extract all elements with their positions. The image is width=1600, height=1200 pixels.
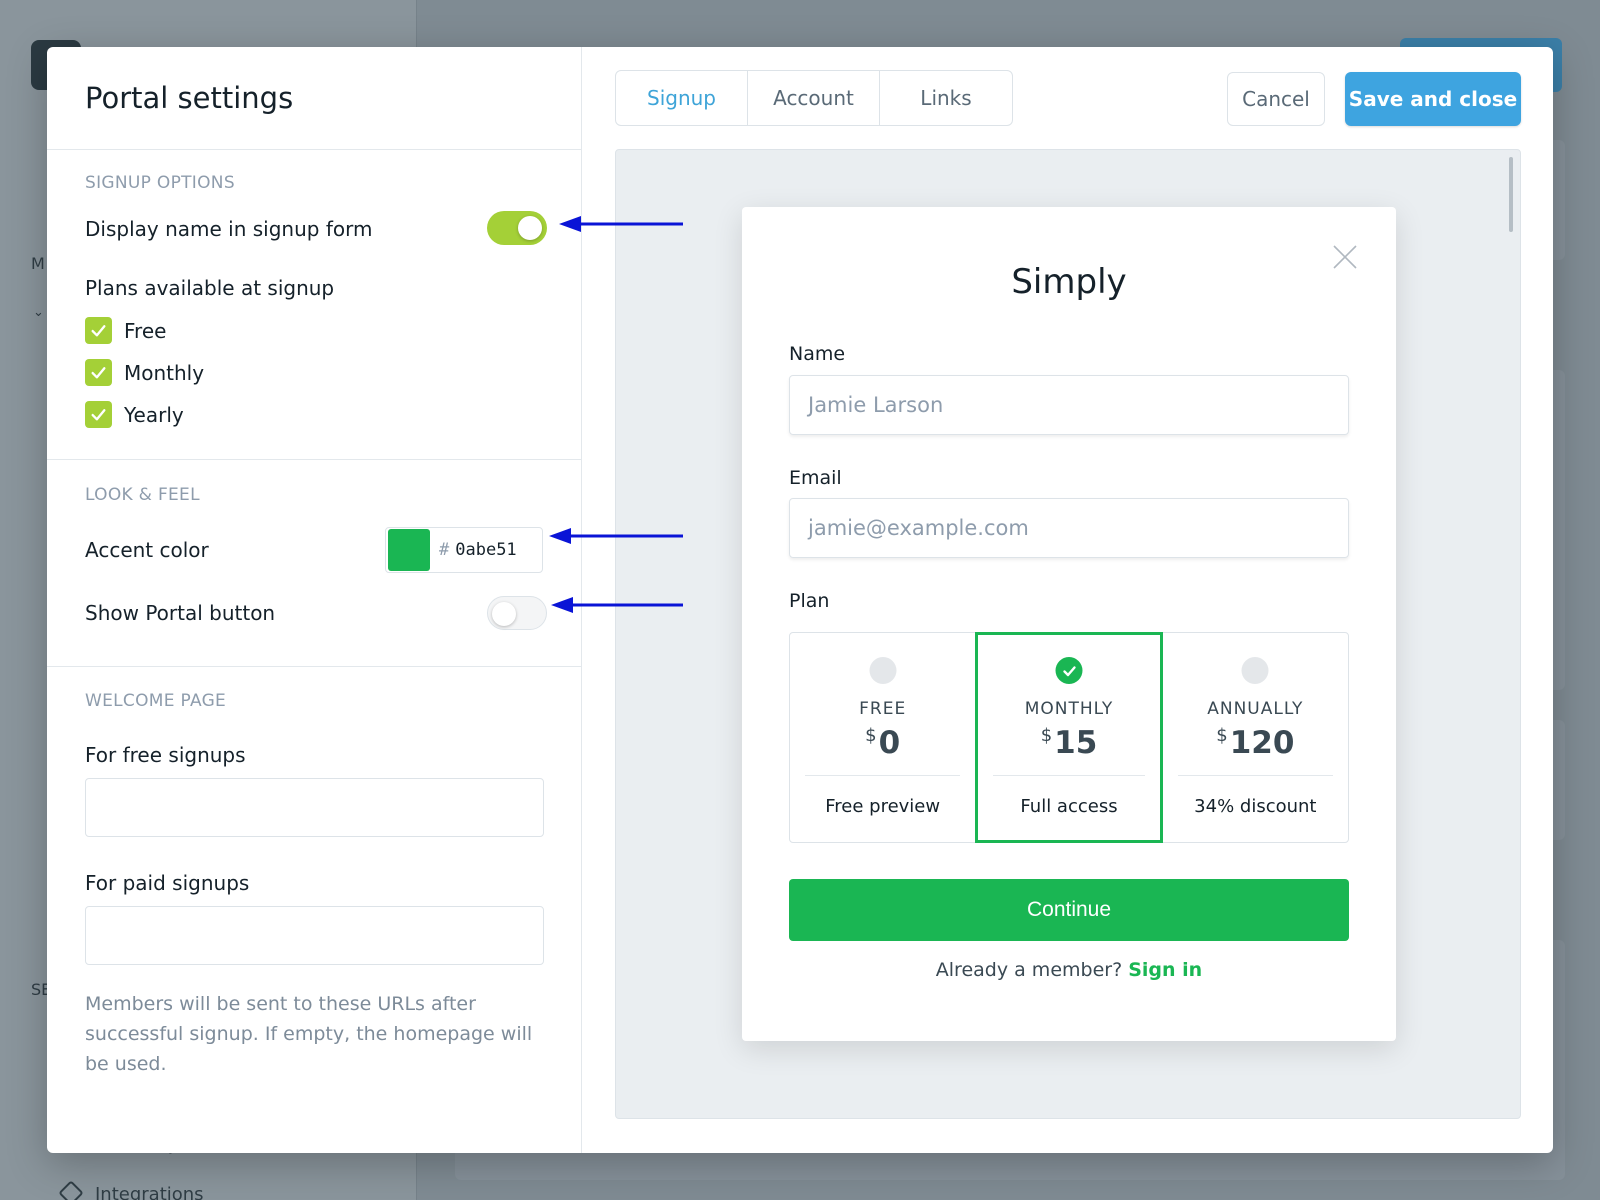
background-integrations-label: Integrations [95,1184,204,1200]
plan-name: FREE [859,699,907,719]
plan-selector: FREE $0 Free preview MONTHLY $15 Full ac… [789,632,1349,843]
plan-divider [993,775,1145,776]
settings-panel: Portal settings SIGNUP OPTIONS Display n… [47,47,582,1153]
accent-color-swatch[interactable] [388,529,430,571]
divider [47,149,582,150]
annotation-arrow-icon [549,528,683,544]
checkbox-checked-icon[interactable] [85,359,112,386]
plan-checkbox-label: Yearly [124,402,184,427]
plan-description: Free preview [825,796,941,817]
accent-color-input[interactable]: # 0abe51 [385,527,543,573]
radio-unselected-icon [1241,657,1269,684]
name-field-label: Name [789,343,846,365]
plans-available-label: Plans available at signup [85,276,335,300]
plan-field-label: Plan [789,590,830,612]
plan-price: $0 [790,725,975,761]
tab-signup[interactable]: Signup [616,71,748,125]
section-label-signup-options: SIGNUP OPTIONS [85,173,235,193]
plan-description: 34% discount [1194,796,1317,817]
name-field[interactable]: Jamie Larson [789,375,1349,435]
plan-price-value: 120 [1229,725,1295,761]
site-brand-title: Simply [1011,262,1127,302]
accent-color-label: Accent color [85,538,209,562]
currency-symbol: $ [865,725,877,746]
background-sidebar-fragment: M [31,254,45,273]
annotation-arrow-icon [559,216,683,232]
plan-checkbox-label: Free [124,318,167,343]
tab-account[interactable]: Account [748,71,880,125]
preview-scrollbar[interactable] [1509,157,1513,232]
plan-divider [1177,775,1333,776]
modal-title: Portal settings [85,81,294,115]
settings-tabs: Signup Account Links [615,70,1013,126]
plan-checkbox-row-monthly[interactable]: Monthly [85,359,204,386]
show-portal-button-toggle[interactable] [487,596,547,630]
plan-option-free[interactable]: FREE $0 Free preview [790,633,975,842]
save-and-close-button[interactable]: Save and close [1345,72,1521,126]
section-label-look-feel: LOOK & FEEL [85,485,200,505]
currency-symbol: $ [1040,725,1053,746]
toggle-knob [492,602,516,626]
background-chevron-icon: ⌄ [33,305,44,320]
plan-name: ANNUALLY [1207,699,1304,719]
toggle-knob [518,216,542,240]
plan-description: Full access [1020,796,1118,817]
check-circle-icon [1055,657,1083,684]
plan-option-annually[interactable]: ANNUALLY $120 34% discount [1163,633,1348,842]
paid-signups-label: For paid signups [85,871,250,895]
plan-checkbox-label: Monthly [124,360,205,385]
plan-name: MONTHLY [1024,699,1114,719]
plan-price-value: 0 [878,725,901,761]
plan-checkbox-row-yearly[interactable]: Yearly [85,401,184,428]
sign-in-link[interactable]: Sign in [1128,959,1202,981]
hex-hash: # [439,540,450,560]
sign-in-prompt: Already a member? Sign in [742,959,1396,981]
display-name-toggle[interactable] [487,211,547,245]
portal-settings-modal: Portal settings SIGNUP OPTIONS Display n… [47,47,1553,1153]
cancel-button[interactable]: Cancel [1227,72,1325,126]
email-field[interactable]: jamie@example.com [789,498,1349,558]
plan-divider [805,775,961,776]
welcome-page-help-text: Members will be sent to these URLs after… [85,993,533,1075]
section-label-welcome-page: WELCOME PAGE [85,691,227,711]
tab-links[interactable]: Links [880,71,1012,125]
plan-checkbox-row-free[interactable]: Free [85,317,166,344]
continue-button[interactable]: Continue [789,879,1349,941]
checkbox-checked-icon[interactable] [85,401,112,428]
member-text: Already a member? [935,959,1123,981]
plan-option-monthly[interactable]: MONTHLY $15 Full access [975,632,1163,843]
currency-symbol: $ [1216,725,1228,746]
plan-price: $15 [978,725,1159,761]
plan-price-value: 15 [1054,725,1098,761]
checkbox-checked-icon[interactable] [85,317,112,344]
annotation-arrow-icon [551,597,683,613]
paid-signups-url-input[interactable] [85,906,544,965]
free-signups-url-input[interactable] [85,778,544,837]
plan-price: $120 [1163,725,1348,761]
free-signups-label: For free signups [85,743,246,767]
radio-unselected-icon [869,657,897,684]
divider [47,459,582,460]
divider [47,666,582,667]
email-field-label: Email [789,467,842,489]
accent-color-value[interactable]: 0abe51 [455,540,516,560]
show-portal-button-label: Show Portal button [85,601,276,625]
display-name-label: Display name in signup form [85,217,373,241]
